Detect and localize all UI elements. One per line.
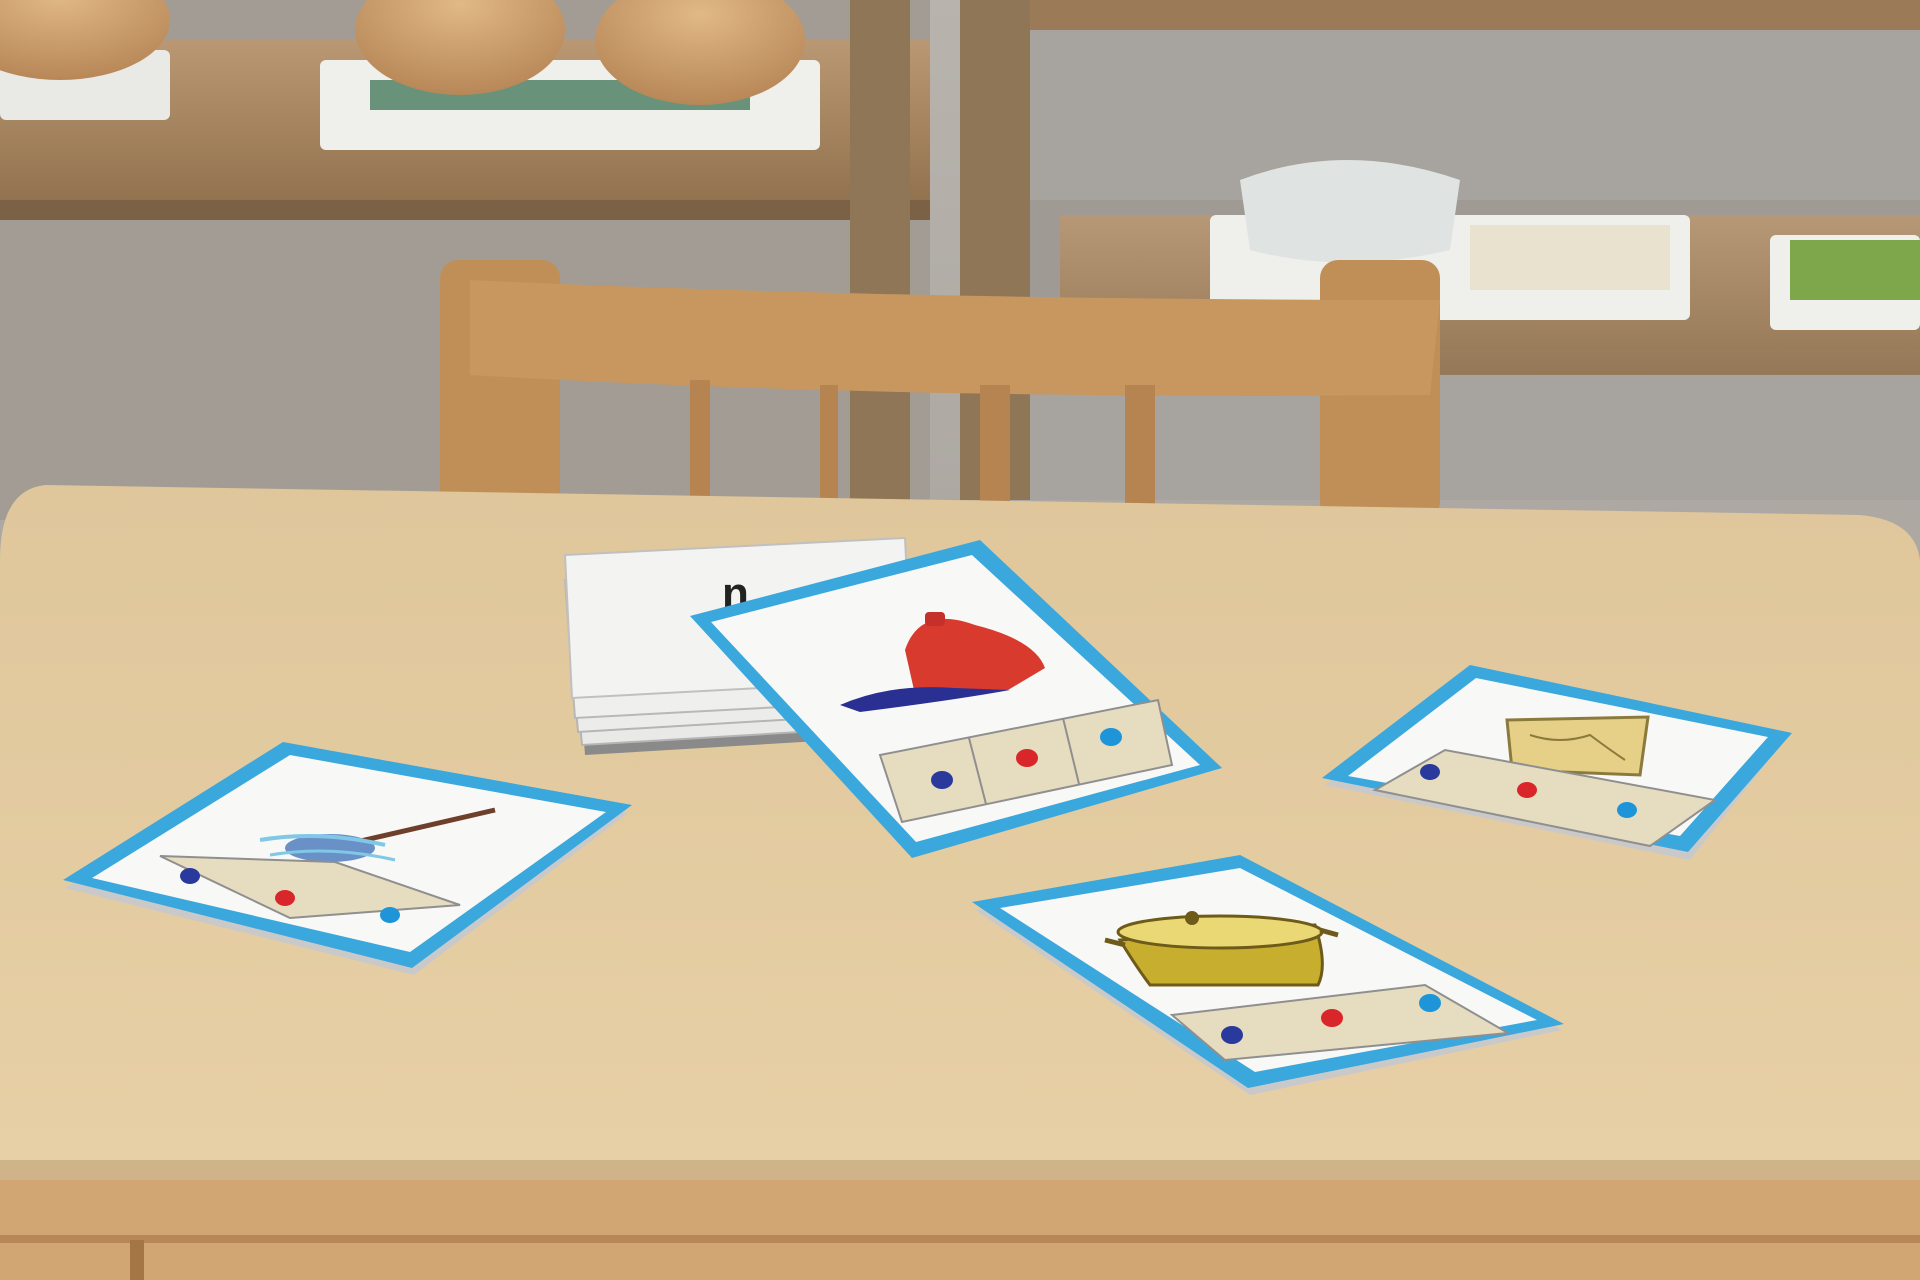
dot-light-blue [380,907,400,923]
dot-blue [1221,1026,1243,1044]
classroom-photo: n [0,0,1920,1280]
dot-blue [1420,764,1440,780]
dot-red [1517,782,1537,798]
photo-canvas: n [0,0,1920,1280]
dot-light-blue [1100,728,1122,746]
dot-red [1016,749,1038,767]
dot-red [1321,1009,1343,1027]
dot-blue [180,868,200,884]
dot-blue [931,771,953,789]
dot-light-blue [1617,802,1637,818]
dot-light-blue [1419,994,1441,1012]
dot-red [275,890,295,906]
